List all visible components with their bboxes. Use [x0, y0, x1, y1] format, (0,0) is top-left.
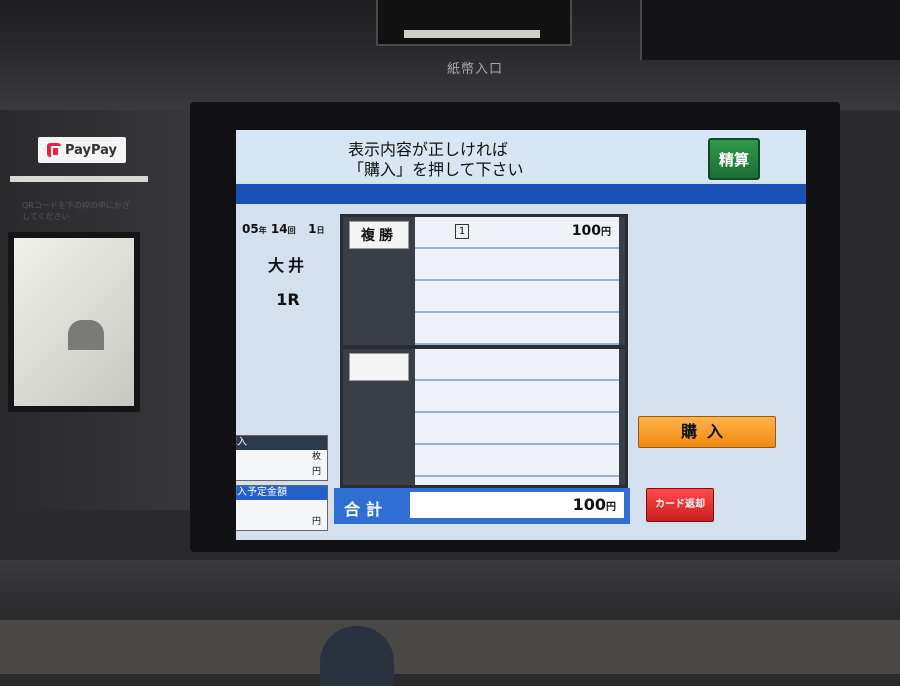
total-label: 合計 — [344, 500, 389, 519]
bet-line[interactable] — [415, 249, 619, 281]
race-date-month: 05 — [242, 222, 259, 236]
purchase-count-box: 購入 枚 円 — [236, 435, 328, 481]
planned-yen-unit: 円 — [311, 517, 321, 527]
horse-number: 1 — [455, 224, 469, 239]
bet-lines: 1 100円 — [415, 217, 619, 345]
purchase-count-unit: 枚 — [311, 452, 321, 462]
paypay-logo-icon — [46, 143, 61, 157]
paypay-label: PayPay — [64, 142, 118, 158]
planned-amount-box: 購入予定金額 円 — [236, 485, 328, 531]
seisan-button[interactable]: 精算 — [708, 138, 760, 180]
bet-block-2[interactable] — [340, 346, 628, 488]
bill-slot-label: 紙幣入口 — [446, 62, 503, 77]
bill-slot-opening — [404, 30, 540, 38]
confirm-message: 表示内容が正しければ 「購入」を押して下さい — [348, 140, 524, 180]
race-number: 1R — [276, 290, 300, 309]
bet-line[interactable]: 1 100円 — [415, 217, 619, 249]
race-venue: 大井 — [267, 256, 308, 275]
race-date-kai: 14 — [270, 222, 288, 236]
bet-line[interactable] — [415, 445, 619, 477]
card-return-button[interactable]: カード返却 — [646, 488, 714, 522]
bet-line[interactable] — [415, 381, 619, 413]
bet-block-1[interactable]: 複勝 1 100円 — [340, 214, 628, 348]
bet-line[interactable] — [415, 281, 619, 313]
bet-line[interactable] — [415, 313, 619, 345]
planned-amount-header: 購入予定金額 — [236, 486, 327, 500]
race-date: 05年 14回 1日 — [242, 222, 325, 236]
header-band — [236, 184, 806, 204]
buy-button[interactable]: 購入 — [638, 416, 776, 448]
planned-empty-row — [236, 500, 327, 515]
qr-reader-window[interactable] — [8, 232, 140, 412]
purchase-yen-unit: 円 — [311, 467, 321, 477]
race-info: 05年 14回 1日 大井 1R — [242, 222, 334, 309]
bill-slot[interactable] — [376, 0, 572, 46]
bet-type-label: 複勝 — [349, 221, 409, 249]
message-bar: 表示内容が正しければ 「購入」を押して下さい 精算 — [236, 130, 806, 182]
qr-instruction: QRコードを下の枠の中にかざしてください — [22, 201, 130, 221]
bet-type-label — [349, 353, 409, 381]
paypay-badge: PayPay — [38, 137, 126, 163]
confirm-message-line2: 「購入」を押して下さい — [348, 160, 524, 179]
floor — [0, 620, 900, 674]
total-value-box: 100円 — [410, 492, 624, 518]
qr-reader-icon — [68, 320, 104, 350]
total-value: 100円 — [572, 495, 616, 514]
bet-lines — [415, 349, 619, 485]
race-date-day: 1 — [308, 222, 317, 236]
confirm-message-line1: 表示内容が正しければ — [348, 140, 509, 159]
shoe — [320, 626, 394, 686]
top-right-slot — [640, 0, 900, 60]
bet-line[interactable] — [415, 413, 619, 445]
qr-reader-strip — [10, 176, 148, 182]
bet-line[interactable] — [415, 349, 619, 381]
bet-amount: 100円 — [571, 223, 611, 239]
purchase-count-header: 購入 — [236, 436, 327, 450]
touch-screen: 表示内容が正しければ 「購入」を押して下さい 精算 05年 14回 1日 大井 … — [236, 130, 806, 540]
total-bar: 合計 100円 — [334, 488, 630, 524]
